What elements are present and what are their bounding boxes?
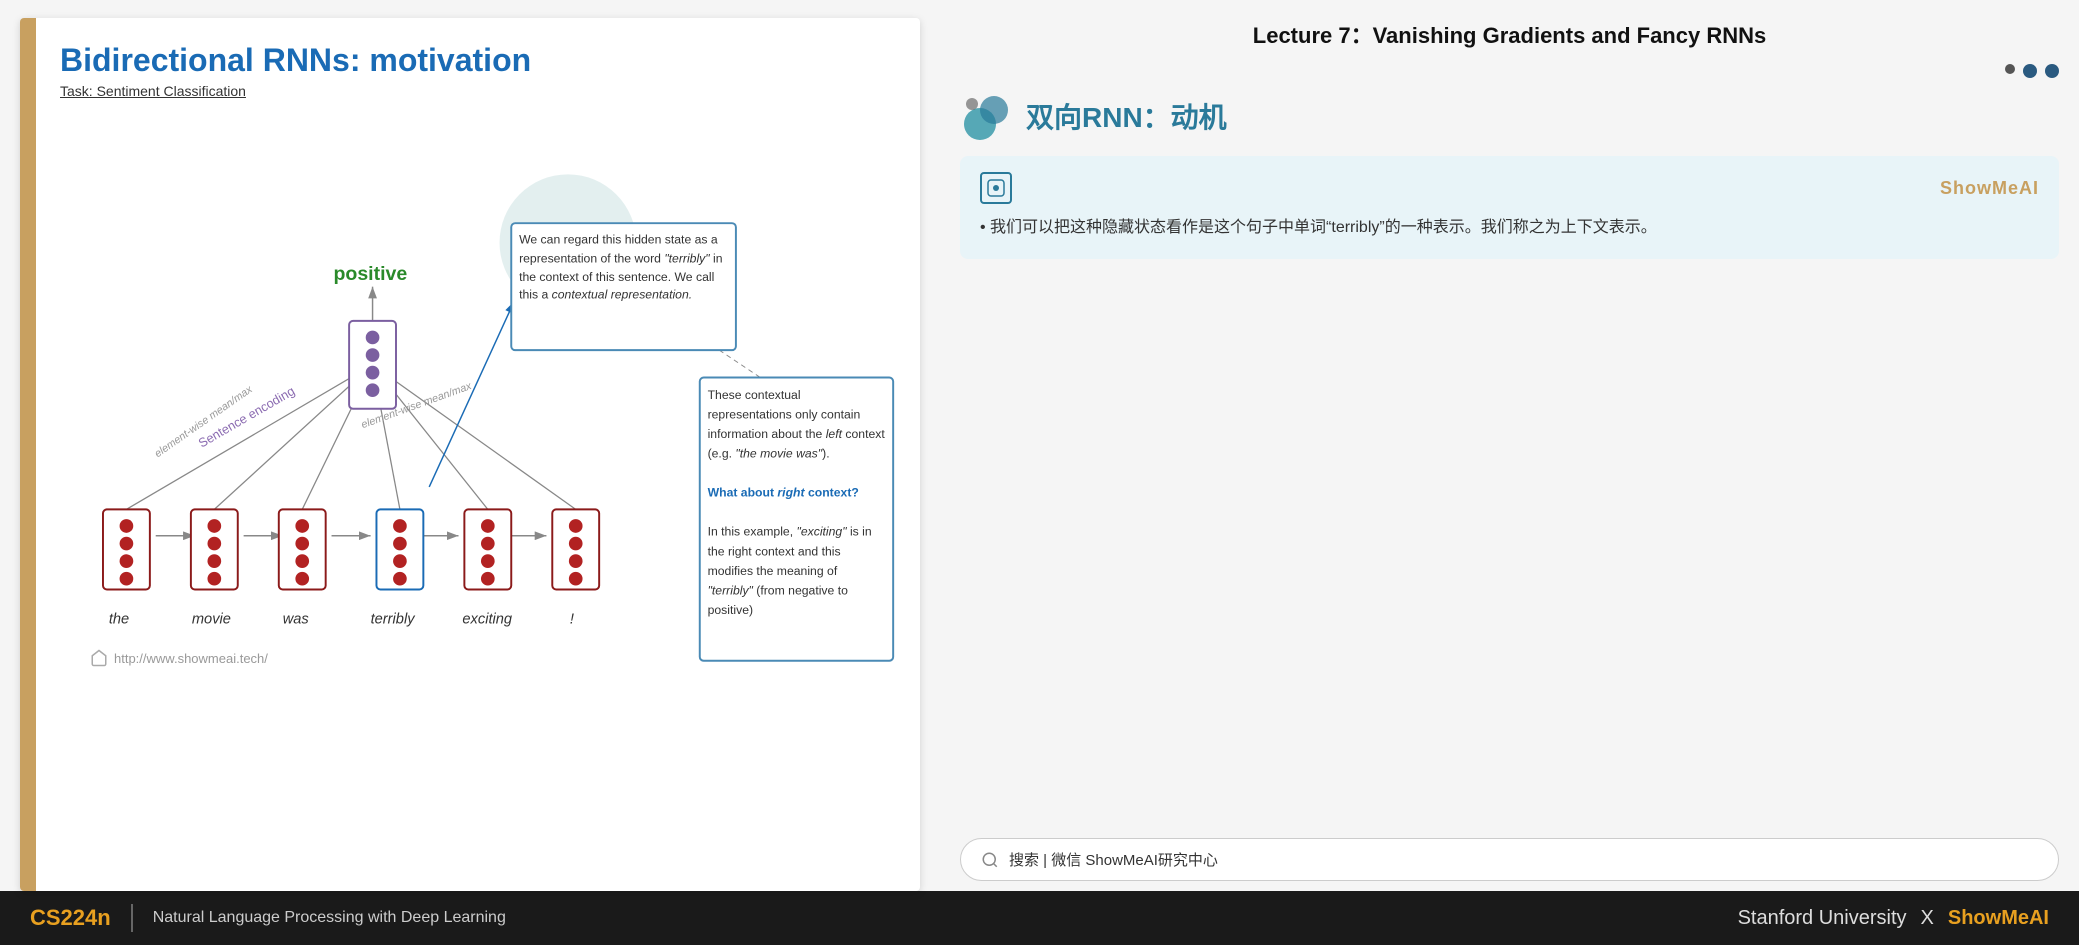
nav-dots — [960, 64, 2059, 78]
lecture-title: Lecture 7：Vanishing Gradients and Fancy … — [960, 0, 2059, 64]
spacer — [960, 279, 2059, 838]
svg-text:terribly: terribly — [371, 612, 417, 628]
svg-text:the: the — [109, 612, 129, 628]
slide-left-bar — [20, 18, 36, 891]
diagram-area: positive Sentence encoding element-wise … — [60, 119, 900, 679]
slide-title: Bidirectional RNNs: motivation — [60, 42, 900, 79]
svg-text:!: ! — [570, 612, 574, 628]
search-icon — [981, 851, 999, 869]
nav-dot-3[interactable] — [2045, 64, 2059, 78]
slide-content: Bidirectional RNNs: motivation Task: Sen… — [36, 18, 920, 891]
slide-subtitle: Task: Sentiment Classification — [60, 83, 900, 99]
nav-dot-1[interactable] — [2005, 64, 2015, 74]
bottom-right: Stanford University X ShowMeAI — [1738, 907, 2049, 930]
slide-panel: Bidirectional RNNs: motivation Task: Sen… — [20, 18, 920, 891]
x-separator: X — [1921, 907, 1934, 930]
svg-text:was: was — [283, 612, 310, 628]
showmeai-logo-icon — [980, 172, 1012, 204]
course-code: CS224n — [30, 905, 111, 931]
nav-dot-2[interactable] — [2023, 64, 2037, 78]
svg-text:exciting: exciting — [462, 612, 512, 628]
svg-text:movie: movie — [192, 612, 231, 628]
bottom-bar: CS224n Natural Language Processing with … — [0, 891, 2079, 945]
slide-url: http://www.showmeai.tech/ — [90, 649, 268, 667]
search-text: 搜索 | 微信 ShowMeAI研究中心 — [1009, 849, 1218, 870]
showmeai-card: ShowMeAI • 我们可以把这种隐藏状态看作是这个句子中单词“terribl… — [960, 156, 2059, 259]
search-bar[interactable]: 搜索 | 微信 ShowMeAI研究中心 — [960, 838, 2059, 881]
course-name: Natural Language Processing with Deep Le… — [153, 909, 506, 927]
showmeai-brand: ShowMeAI — [1940, 178, 2039, 199]
chinese-title: 双向RNN：动机 — [1026, 96, 1227, 136]
right-panel: Lecture 7：Vanishing Gradients and Fancy … — [940, 0, 2079, 891]
showmeai-bottom-brand: ShowMeAI — [1948, 907, 2049, 930]
showmeai-logo-row: ShowMeAI — [980, 172, 2039, 204]
university-name: Stanford University — [1738, 907, 1907, 930]
section-icon — [960, 92, 1012, 140]
main-area: Bidirectional RNNs: motivation Task: Sen… — [0, 0, 2079, 891]
svg-text:positive: positive — [333, 263, 407, 285]
divider — [131, 904, 133, 932]
showmeai-bullet-text: • 我们可以把这种隐藏状态看作是这个句子中单词“terribly”的一种表示。我… — [980, 214, 2039, 243]
bottom-left: CS224n Natural Language Processing with … — [30, 904, 506, 932]
chinese-title-bar: 双向RNN：动机 — [960, 92, 2059, 140]
diagram-svg: positive Sentence encoding element-wise … — [60, 119, 900, 679]
